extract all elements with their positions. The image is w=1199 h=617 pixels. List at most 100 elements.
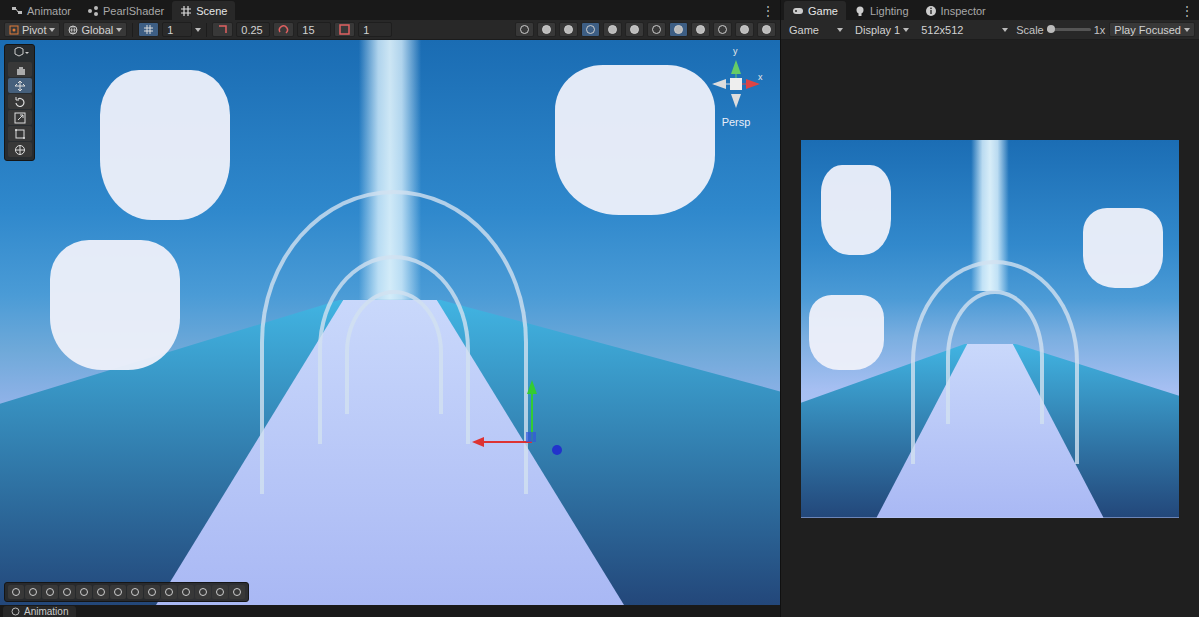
layers-button[interactable] (669, 22, 688, 37)
scale-slider-track[interactable] (1047, 28, 1091, 31)
gizmo-button[interactable] (603, 22, 622, 37)
game-panel-tab[interactable]: Game (784, 1, 846, 20)
rotate-snap-field[interactable]: 15 (297, 22, 331, 37)
overlay-tool-button[interactable] (229, 585, 245, 599)
overlay-tool-button[interactable] (161, 585, 177, 599)
overlay-tool-button[interactable] (76, 585, 92, 599)
tab-label: Lighting (870, 5, 909, 17)
tool-kind (14, 96, 26, 108)
scene-tab-bar: Animator PearlShader Scene ⋮ (0, 0, 780, 20)
audio-button[interactable] (625, 22, 644, 37)
palette-header[interactable] (11, 47, 29, 61)
orientation-gizmo[interactable]: yxPersp (706, 48, 766, 138)
overlay-tool-button[interactable] (195, 585, 211, 599)
tunnel-arch (345, 290, 443, 414)
layers-dropdown-button[interactable] (713, 22, 732, 37)
overlay-tool-button[interactable] (8, 585, 24, 599)
scene-panel-tab[interactable]: Animator (3, 1, 79, 20)
draw-mode-button[interactable] (515, 22, 534, 37)
hand-tool[interactable] (8, 62, 32, 77)
display-label: Display 1 (855, 24, 900, 36)
overlay-tool-button[interactable] (144, 585, 160, 599)
scale-snap-field[interactable]: 1 (358, 22, 392, 37)
camera-button[interactable] (735, 22, 754, 37)
game-panel-tab[interactable]: Lighting (846, 1, 917, 20)
tool-kind (14, 80, 26, 92)
wireframe-button[interactable] (581, 22, 600, 37)
tab-label: PearlShader (103, 5, 164, 17)
overlay-tool-icon (62, 587, 72, 597)
shading-button[interactable] (559, 22, 578, 37)
scale-tool[interactable] (8, 110, 32, 125)
tool-kind (14, 112, 26, 124)
panel-menu-button[interactable]: ⋮ (756, 1, 780, 20)
scale-value: 1x (1094, 24, 1106, 36)
overlay-tool-icon (45, 587, 55, 597)
snap-icon (217, 24, 228, 35)
rotate-icon (14, 96, 26, 108)
grid-toggle[interactable] (138, 22, 159, 37)
overlay-tool-button[interactable] (110, 585, 126, 599)
tab-label: Animation (24, 606, 68, 617)
rect-tool[interactable] (8, 126, 32, 141)
animation-tab[interactable]: Animation (3, 606, 76, 617)
space-label: Global (81, 24, 113, 36)
space-dropdown[interactable]: Global (63, 22, 127, 37)
game-render (801, 140, 1179, 518)
overlay-tool-button[interactable] (59, 585, 75, 599)
play-mode-dropdown[interactable]: Play Focused (1109, 22, 1195, 37)
overlay-tool-button[interactable] (178, 585, 194, 599)
move-snap-toggle[interactable] (212, 22, 233, 37)
pivot-icon (9, 25, 19, 35)
audio-icon (629, 24, 640, 35)
overlay-tool-button[interactable] (25, 585, 41, 599)
transform-tool[interactable] (8, 142, 32, 157)
overlay-tool-icon (198, 587, 208, 597)
rotate-snap-toggle[interactable] (273, 22, 294, 37)
resolution-label: 512x512 (921, 24, 963, 36)
display-dropdown[interactable]: Display 1 (851, 22, 913, 37)
animator-icon (11, 5, 23, 17)
view-dropdown[interactable]: Game (785, 22, 847, 37)
scale-snap-toggle[interactable] (334, 22, 355, 37)
overlay-tool-button[interactable] (127, 585, 143, 599)
visibility-button[interactable] (691, 22, 710, 37)
axis-gizmo-icon (706, 54, 766, 114)
scene-panel-tab[interactable]: Scene (172, 1, 235, 20)
scene-viewport[interactable]: yxPersp (0, 40, 780, 605)
scene-panel-tab[interactable]: PearlShader (79, 1, 172, 20)
transform-icon (14, 144, 26, 156)
game-panel-tab[interactable]: Inspector (917, 1, 994, 20)
resolution-dropdown[interactable]: 512x512 (917, 22, 1012, 37)
stingray (555, 65, 715, 215)
overlay-tool-button[interactable] (93, 585, 109, 599)
pivot-dropdown[interactable]: Pivot (4, 22, 60, 37)
move-tool[interactable] (8, 78, 32, 93)
gizmos-icon (761, 24, 772, 35)
scene-grid-icon (180, 5, 192, 17)
scale-control[interactable]: Scale1x (1016, 24, 1105, 36)
gizmos-button[interactable] (757, 22, 776, 37)
dropdown-caret-icon (837, 28, 843, 32)
move-snap-field[interactable]: 0.25 (236, 22, 270, 37)
dropdown-caret-icon (1184, 28, 1190, 32)
pivot-label: Pivot (22, 24, 46, 36)
grid-size-field[interactable]: 1 (162, 22, 192, 37)
fx-button[interactable] (647, 22, 666, 37)
rect-icon (14, 128, 26, 140)
overlay-tool-icon (130, 587, 140, 597)
scale-snap-icon (339, 24, 350, 35)
tool-kind (14, 144, 26, 156)
game-toolbar: Game Display 1 512x512 Scale1x Play Focused (781, 20, 1199, 40)
projection-label[interactable]: Persp (722, 116, 751, 128)
tab-label: Game (808, 5, 838, 17)
panel-menu-button[interactable]: ⋮ (1175, 1, 1199, 20)
scale-slider-fill (1047, 28, 1051, 31)
overlay-tool-button[interactable] (42, 585, 58, 599)
stingray (1083, 208, 1163, 288)
overlay-tool-button[interactable] (212, 585, 228, 599)
rotate-tool[interactable] (8, 94, 32, 109)
lighting-button[interactable] (537, 22, 556, 37)
scale-slider-knob[interactable] (1047, 25, 1055, 33)
stingray (50, 240, 180, 370)
